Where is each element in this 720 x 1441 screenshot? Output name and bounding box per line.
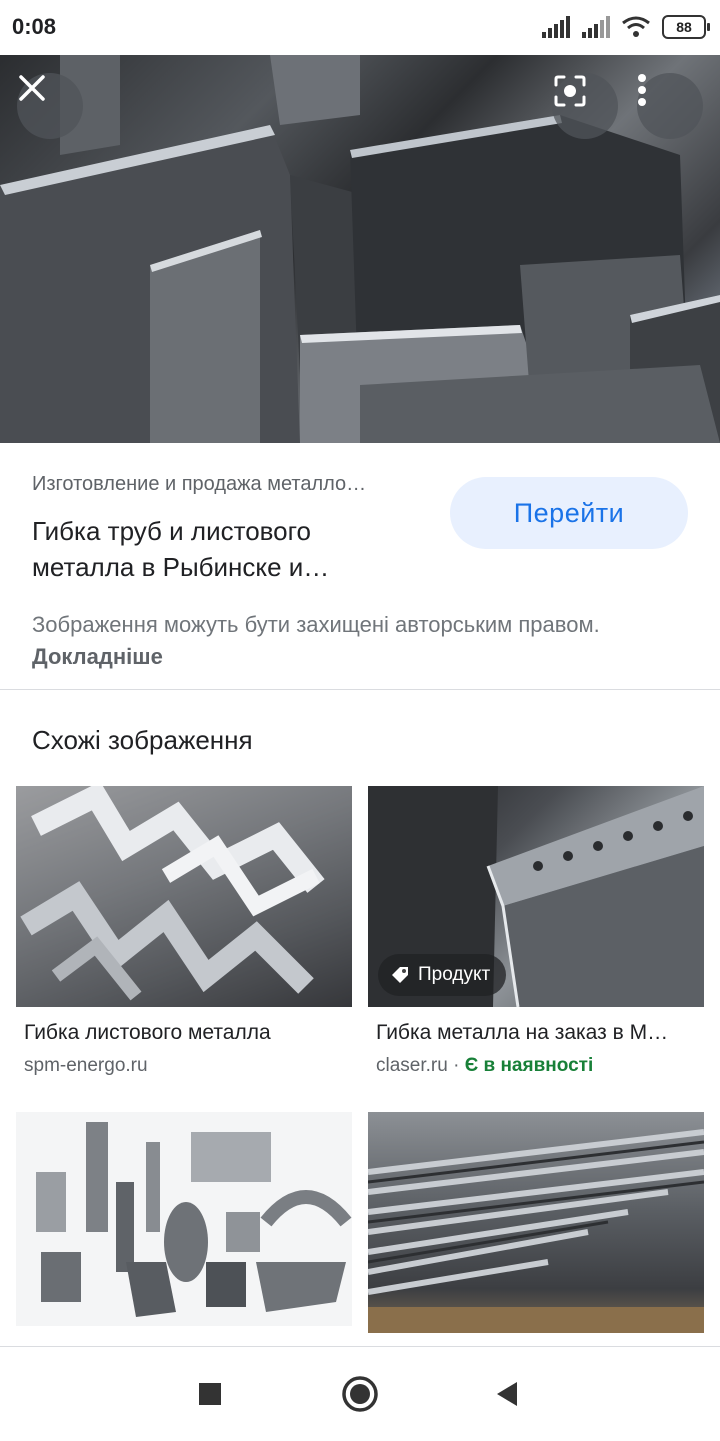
related-card-domain: spm-energo.ru (24, 1055, 148, 1076)
divider (0, 689, 720, 690)
related-card[interactable]: Продукт Гибка металла на заказ в М… clas… (368, 786, 704, 1077)
tag-icon (392, 967, 408, 983)
result-source[interactable]: Изготовление и продажа металло… (32, 473, 424, 496)
related-thumbnail[interactable] (16, 1112, 352, 1326)
visit-button[interactable]: Перейти (450, 477, 688, 549)
product-badge: Продукт (378, 954, 507, 996)
more-vert-icon (638, 74, 646, 106)
close-button[interactable] (17, 73, 83, 139)
related-thumbnail[interactable] (16, 786, 352, 1007)
related-card[interactable] (16, 1112, 352, 1326)
related-images-heading: Схожі зображення (32, 725, 253, 755)
metal-zigzag-graphic (16, 786, 352, 1007)
recents-button[interactable] (185, 1369, 235, 1419)
triangle-back-icon (497, 1382, 517, 1406)
battery-indicator: 88 (662, 15, 710, 39)
copyright-notice: Зображення можуть бути захищені авторськ… (32, 609, 692, 673)
related-card[interactable]: Гибка листового металла spm-energo.ru (16, 786, 352, 1077)
more-options-button[interactable] (637, 73, 703, 139)
system-nav-bar (0, 1346, 720, 1441)
stock-status: Є в наявності (464, 1055, 594, 1076)
domain-separator: · (453, 1055, 460, 1076)
copyright-text: Зображення можуть бути захищені авторськ… (32, 612, 600, 637)
hero-image[interactable] (0, 55, 720, 443)
related-card[interactable] (368, 1112, 704, 1333)
back-button[interactable] (482, 1369, 532, 1419)
signal-icon-2 (582, 16, 610, 38)
status-icons: 88 (542, 14, 710, 40)
lens-button[interactable] (552, 73, 618, 139)
close-icon (19, 75, 45, 101)
status-bar: 0:08 88 (0, 0, 720, 55)
square-icon (199, 1383, 221, 1405)
home-button[interactable] (335, 1369, 385, 1419)
related-card-domain: claser.ru · Є в наявності (376, 1055, 704, 1077)
related-thumbnail[interactable]: Продукт (368, 786, 704, 1007)
metal-parts-graphic (36, 1122, 352, 1317)
result-title[interactable]: Гибка труб и листового металла в Рыбинск… (32, 513, 392, 585)
related-card-domain-text: claser.ru (376, 1055, 448, 1076)
result-info: Изготовление и продажа металло… Гибка тр… (0, 443, 720, 689)
product-badge-label: Продукт (418, 964, 491, 985)
metal-rails-graphic (368, 1129, 704, 1333)
related-card-title: Гибка листового металла (24, 1021, 271, 1044)
signal-icon (542, 16, 570, 38)
learn-more-link[interactable]: Докладніше (32, 644, 163, 669)
circle-icon (342, 1376, 378, 1412)
lens-icon (554, 75, 586, 107)
related-thumbnail[interactable] (368, 1112, 704, 1333)
wifi-icon (622, 16, 650, 37)
related-card-title: Гибка металла на заказ в М… (376, 1021, 669, 1044)
status-time: 0:08 (12, 14, 57, 39)
